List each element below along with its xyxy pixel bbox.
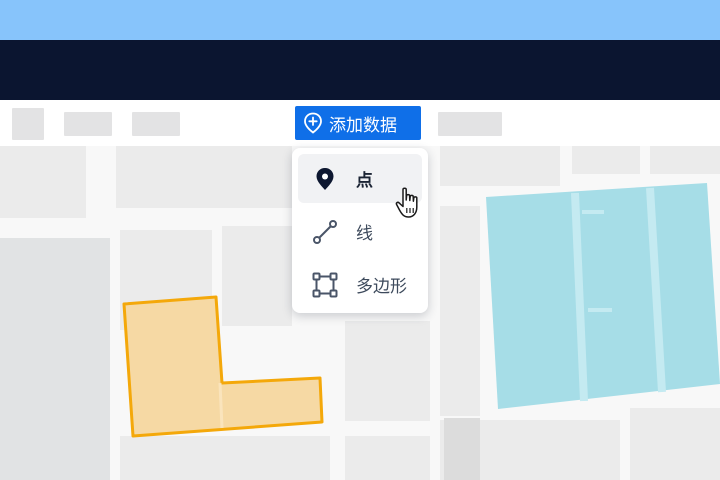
map-pin-plus-icon — [303, 112, 323, 134]
add-data-label: 添加数据 — [329, 115, 397, 136]
map-toolbar: 添加数据 — [0, 100, 720, 146]
menu-item-polygon[interactable]: 多边形 — [298, 260, 422, 309]
toolbar-placeholder-item[interactable] — [438, 112, 502, 136]
app-navbar — [0, 40, 720, 100]
line-segment-icon — [312, 219, 338, 245]
menu-item-point-label: 点 — [356, 171, 373, 191]
menu-item-line-label: 线 — [356, 224, 373, 244]
add-data-menu: 点 线 多边形 — [292, 148, 428, 313]
toolbar-placeholder-item[interactable] — [132, 112, 180, 136]
polygon-icon — [312, 272, 338, 298]
menu-item-polygon-label: 多边形 — [356, 277, 407, 297]
toolbar-placeholder-item[interactable] — [64, 112, 112, 136]
top-banner — [0, 0, 720, 40]
toolbar-placeholder-square[interactable] — [12, 108, 44, 140]
map-pin-icon — [312, 166, 338, 192]
hand-cursor-icon — [394, 186, 424, 220]
add-data-button[interactable]: 添加数据 — [295, 106, 421, 140]
